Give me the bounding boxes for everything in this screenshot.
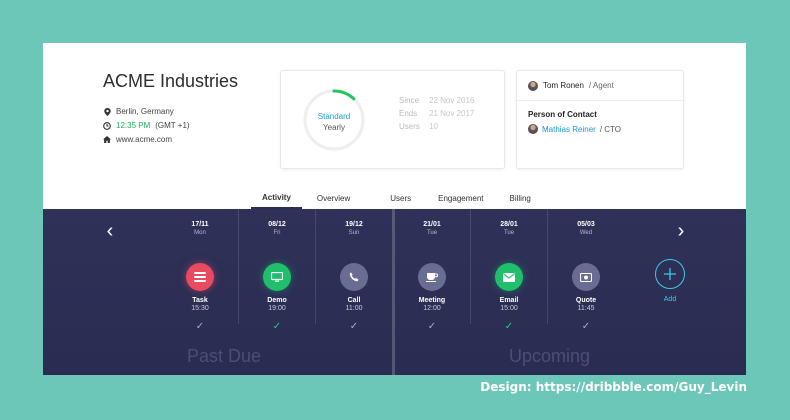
agent-row[interactable]: Tom Ronen / Agent [517, 71, 683, 101]
monitor-icon[interactable] [263, 263, 291, 291]
timeline-prev-arrow[interactable]: ‹ [103, 221, 117, 241]
location-text: Berlin, Germany [116, 107, 174, 116]
home-icon [103, 136, 111, 144]
plan-billing: Yearly [323, 123, 345, 132]
plus-icon [664, 268, 676, 280]
timeline-event-email[interactable]: 28/01 Tue Email 15:00 ✓ [472, 221, 546, 332]
check-icon: ✓ [349, 321, 359, 332]
event-label: Demo [267, 297, 287, 304]
plan-meta: Since 22 Nov 2016 Ends 21 Nov 2017 Users 10 [399, 94, 474, 133]
check-icon: ✓ [581, 321, 591, 332]
money-icon[interactable] [572, 263, 600, 291]
contact-card: Tom Ronen / Agent Person of Contact Math… [516, 70, 684, 169]
account-card: ACME Industries Berlin, Germany 12:35 PM… [43, 43, 746, 375]
poc-avatar [528, 124, 538, 134]
event-label: Call [347, 297, 361, 304]
add-label[interactable]: Add [655, 296, 685, 303]
event-time: 12:00 [423, 305, 441, 312]
agent-role: / Agent [588, 81, 614, 90]
activity-timeline: ‹ › 17/11 Mon Task 15:30 ✓ 08/12 Fri Dem… [43, 209, 746, 375]
website-link[interactable]: www.acme.com [116, 135, 172, 144]
past-due-label: Past Due [187, 346, 262, 366]
event-time: 11:00 [345, 305, 363, 312]
column-divider [547, 209, 548, 324]
ends-value: 21 Nov 2017 [429, 109, 475, 118]
timeline-event-quote[interactable]: 05/03 Wed Quote 11:45 ✓ [549, 221, 623, 332]
tab-activity[interactable]: Activity [251, 187, 302, 209]
check-done-icon: ✓ [504, 321, 514, 332]
event-time: 15:00 [500, 305, 518, 312]
column-divider [238, 209, 239, 324]
event-date: 08/12 [268, 221, 286, 228]
location-pin-icon [103, 107, 111, 116]
event-time: 11:45 [577, 305, 595, 312]
column-divider [315, 209, 316, 324]
phone-icon[interactable] [340, 263, 368, 291]
agent-name[interactable]: Tom Ronen [543, 81, 584, 90]
timezone: (GMT +1) [155, 121, 190, 130]
event-day: Wed [579, 230, 593, 236]
tab-users[interactable]: Users [379, 187, 422, 209]
agent-avatar [528, 80, 538, 91]
timeline-event-meeting[interactable]: 21/01 Tue Meeting 12:00 ✓ [395, 221, 469, 332]
add-activity-button[interactable] [655, 259, 685, 289]
event-date: 21/01 [423, 221, 441, 228]
event-day: Mon [194, 230, 206, 236]
tab-engagement[interactable]: Engagement [427, 187, 494, 209]
users-value: 10 [429, 122, 438, 131]
tab-bar: Activity Overview Users Engagement Billi… [251, 187, 542, 209]
tab-overview[interactable]: Overview [306, 187, 361, 209]
company-name: ACME Industries [103, 71, 239, 91]
task-icon[interactable] [186, 263, 214, 291]
plan-card: Standard Yearly Since 22 Nov 2016 Ends 21 … [280, 70, 505, 169]
users-label: Users [399, 122, 420, 131]
envelope-icon[interactable] [495, 263, 523, 291]
plan-name: Standard [317, 112, 351, 121]
since-label: Since [399, 96, 420, 105]
timeline-event-call[interactable]: 19/12 Sun Call 11:00 ✓ [317, 221, 391, 332]
event-time: 19:00 [268, 305, 286, 312]
event-day: Sun [348, 230, 360, 236]
event-day: Tue [426, 230, 438, 236]
event-day: Fri [273, 230, 281, 236]
timeline-next-arrow[interactable]: › [674, 221, 688, 241]
local-time: 12:35 PM [116, 121, 151, 130]
location-row: Berlin, Germany [103, 107, 174, 116]
column-divider [470, 209, 471, 324]
upcoming-label: Upcoming [509, 346, 591, 366]
timeline-event-task[interactable]: 17/11 Mon Task 15:30 ✓ [163, 221, 237, 332]
event-date: 19/12 [345, 221, 363, 228]
check-done-icon: ✓ [272, 321, 282, 332]
check-icon: ✓ [195, 321, 205, 332]
poc-row: Mathias Reiner / CTO [528, 124, 621, 134]
clock-icon [103, 121, 111, 130]
since-value: 22 Nov 2016 [429, 96, 475, 105]
design-credit: Design: https://dribbble.com/Guy_Levin [480, 380, 747, 394]
local-time-row: 12:35 PM (GMT +1) [103, 121, 190, 130]
event-label: Meeting [418, 297, 446, 304]
event-time: 15:30 [191, 305, 209, 312]
event-day: Tue [503, 230, 515, 236]
ends-label: Ends [399, 109, 418, 118]
event-date: 17/11 [191, 221, 209, 228]
tab-billing[interactable]: Billing [499, 187, 542, 209]
event-label: Quote [575, 297, 597, 304]
event-date: 05/03 [577, 221, 595, 228]
check-icon: ✓ [427, 321, 437, 332]
event-label: Email [499, 297, 519, 304]
event-date: 28/01 [500, 221, 518, 228]
person-of-contact-title: Person of Contact [528, 110, 597, 119]
coffee-icon[interactable] [418, 263, 446, 291]
website-row: www.acme.com [103, 135, 172, 144]
timeline-event-demo[interactable]: 08/12 Fri Demo 19:00 ✓ [240, 221, 314, 332]
poc-name-link[interactable]: Mathias Reiner [542, 125, 596, 134]
event-label: Task [192, 297, 208, 304]
poc-role: / CTO [599, 124, 621, 134]
